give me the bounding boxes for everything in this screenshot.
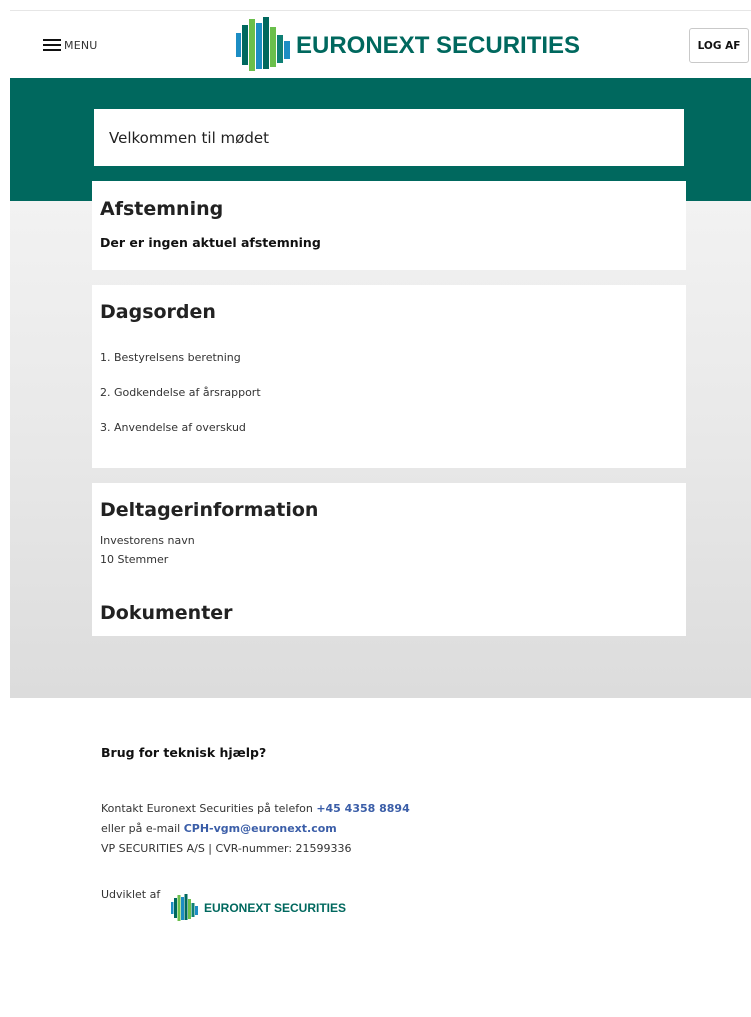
voting-title: Afstemning bbox=[100, 198, 224, 220]
developed-by-label: Udviklet af bbox=[101, 888, 161, 901]
contact-email-prefix: eller på e-mail bbox=[101, 822, 184, 835]
help-title: Brug for teknisk hjælp? bbox=[101, 745, 267, 760]
menu-button[interactable]: MENU bbox=[43, 37, 98, 53]
participant-title: Deltagerinformation bbox=[100, 499, 319, 521]
welcome-banner: Velkommen til mødet bbox=[94, 109, 684, 166]
top-header: MENU EURONEXT SECURITIES LOG AF bbox=[10, 10, 751, 78]
voting-status: Der er ingen aktuel afstemning bbox=[100, 235, 321, 250]
contact-email-line: eller på e-mail CPH-vgm@euronext.com bbox=[101, 822, 337, 835]
email-link[interactable]: CPH-vgm@euronext.com bbox=[184, 822, 337, 835]
agenda-item[interactable]: 2. Godkendelse af årsrapport bbox=[100, 386, 261, 399]
brand-name[interactable]: EURONEXT SECURITIES bbox=[296, 32, 580, 60]
investor-name: Investorens navn bbox=[100, 534, 195, 547]
votes-count: 10 Stemmer bbox=[100, 553, 169, 566]
agenda-item[interactable]: 3. Anvendelse af overskud bbox=[100, 421, 246, 434]
voting-card: Afstemning Der er ingen aktuel afstemnin… bbox=[92, 181, 686, 270]
phone-link[interactable]: +45 4358 8894 bbox=[316, 802, 409, 815]
euronext-small-logo-icon bbox=[171, 894, 198, 921]
participant-card: Deltagerinformation Investorens navn 10 … bbox=[92, 483, 686, 636]
contact-phone-line: Kontakt Euronext Securities på telefon +… bbox=[101, 802, 410, 815]
company-line: VP SECURITIES A/S | CVR-nummer: 21599336 bbox=[101, 842, 352, 855]
agenda-item[interactable]: 1. Bestyrelsens beretning bbox=[100, 351, 241, 364]
footer-brand-name: EURONEXT SECURITIES bbox=[204, 901, 347, 915]
agenda-card: Dagsorden 1. Bestyrelsens beretning 2. G… bbox=[92, 285, 686, 468]
hamburger-menu-icon bbox=[43, 38, 61, 52]
euronext-logo-icon bbox=[236, 17, 290, 71]
documents-title: Dokumenter bbox=[100, 602, 233, 624]
contact-phone-prefix: Kontakt Euronext Securities på telefon bbox=[101, 802, 317, 815]
menu-label: MENU bbox=[64, 38, 98, 52]
logout-button[interactable]: LOG AF bbox=[689, 28, 749, 63]
agenda-title: Dagsorden bbox=[100, 301, 216, 323]
